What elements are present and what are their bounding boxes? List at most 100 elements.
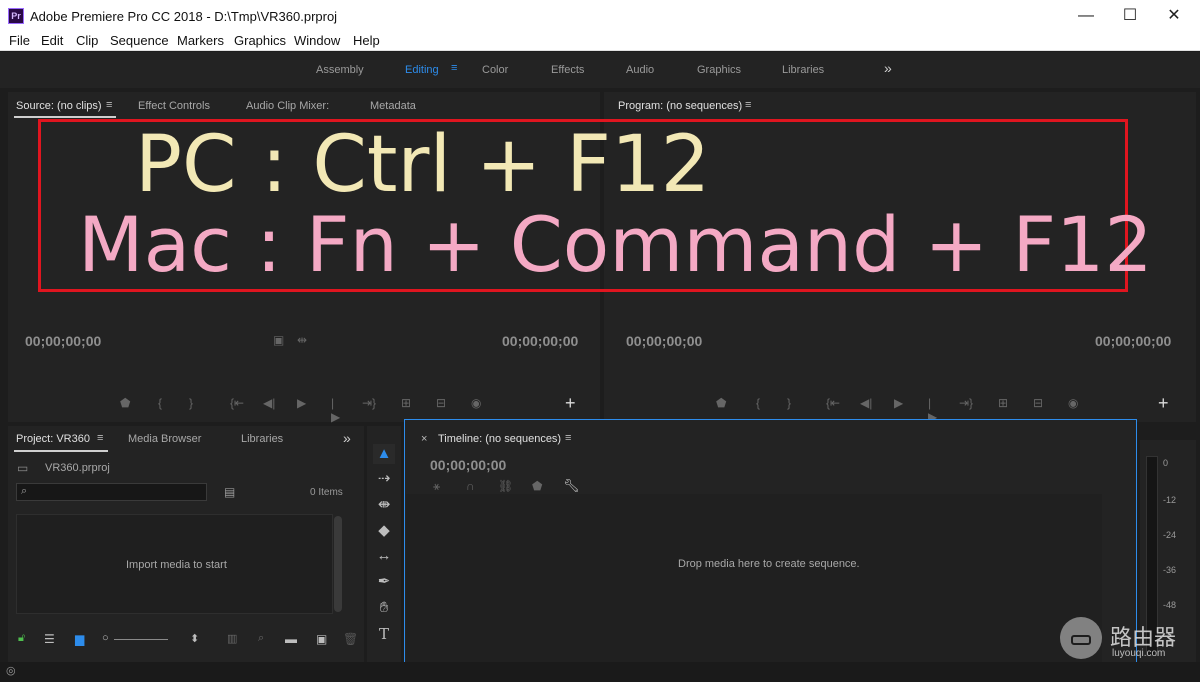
- step-forward-icon[interactable]: |▶: [331, 396, 340, 424]
- project-scrollbar[interactable]: [334, 516, 342, 612]
- linked-selection-icon[interactable]: ⛓︎: [498, 479, 513, 493]
- menu-file[interactable]: File: [9, 33, 30, 48]
- lock-icon[interactable]: 🔓︎: [18, 632, 25, 645]
- workspace-libraries[interactable]: Libraries: [782, 64, 824, 76]
- source-panel-menu-icon[interactable]: ≡: [106, 99, 112, 111]
- extract-icon[interactable]: ⊟: [1033, 396, 1043, 410]
- export-frame-icon[interactable]: ◉: [1068, 396, 1078, 410]
- import-media-hint: Import media to start: [126, 559, 227, 571]
- meter-label-24: -24: [1163, 530, 1177, 540]
- workspace-overflow-icon[interactable]: »: [884, 60, 892, 76]
- source-drag-video-icon[interactable]: ⇹: [297, 333, 307, 347]
- icon-view-icon[interactable]: ▆: [75, 632, 84, 646]
- workspace-graphics[interactable]: Graphics: [697, 64, 741, 76]
- menu-edit[interactable]: Edit: [41, 33, 63, 48]
- source-timecode-current[interactable]: 00;00;00;00: [25, 333, 101, 349]
- menu-clip[interactable]: Clip: [76, 33, 98, 48]
- close-button[interactable]: ✕: [1152, 0, 1196, 32]
- workspace-assembly[interactable]: Assembly: [316, 64, 364, 76]
- mark-out-icon[interactable]: }: [787, 396, 791, 410]
- go-to-out-icon[interactable]: ⇥}: [362, 396, 376, 410]
- list-view-icon[interactable]: ☰: [44, 632, 55, 646]
- nest-icon[interactable]: ⚹: [433, 479, 440, 494]
- pen-tool-icon[interactable]: ✒: [373, 572, 395, 592]
- source-add-button[interactable]: +: [565, 393, 576, 414]
- add-marker-icon[interactable]: ⬟: [120, 396, 130, 410]
- track-select-tool-icon[interactable]: ⇢: [373, 469, 395, 489]
- insert-icon[interactable]: ⊞: [401, 396, 411, 410]
- timeline-drop-area[interactable]: Drop media here to create sequence.: [406, 494, 1102, 669]
- razor-tool-icon[interactable]: ◆: [373, 521, 395, 541]
- mark-in-icon[interactable]: {: [756, 396, 760, 410]
- go-to-out-icon[interactable]: ⇥}: [959, 396, 973, 410]
- workspace-editing[interactable]: Editing: [405, 64, 439, 76]
- workspace-menu-icon[interactable]: ≡: [451, 62, 457, 74]
- drop-media-hint: Drop media here to create sequence.: [678, 558, 860, 570]
- active-tab-underline: [14, 116, 116, 118]
- menu-markers[interactable]: Markers: [177, 33, 224, 48]
- step-back-icon[interactable]: ◀|: [263, 396, 275, 410]
- tab-project[interactable]: Project: VR360: [16, 433, 90, 445]
- add-marker-icon[interactable]: ⬟: [532, 479, 542, 493]
- step-back-icon[interactable]: ◀|: [860, 396, 872, 410]
- program-timecode-current[interactable]: 00;00;00;00: [626, 333, 702, 349]
- menu-sequence[interactable]: Sequence: [110, 33, 169, 48]
- mark-out-icon[interactable]: }: [189, 396, 193, 410]
- tab-timeline[interactable]: Timeline: (no sequences): [438, 433, 561, 445]
- ripple-edit-tool-icon[interactable]: ⇼: [373, 495, 395, 515]
- selection-tool-icon[interactable]: ▲: [373, 444, 395, 464]
- go-to-in-icon[interactable]: {⇤: [826, 396, 840, 410]
- program-add-button[interactable]: +: [1158, 393, 1169, 414]
- tab-metadata[interactable]: Metadata: [370, 100, 416, 112]
- menu-help[interactable]: Help: [353, 33, 380, 48]
- zoom-slider-handle[interactable]: ○: [102, 632, 109, 644]
- project-search-input[interactable]: ⌕: [16, 483, 207, 501]
- maximize-button[interactable]: ☐: [1108, 0, 1152, 32]
- mark-in-icon[interactable]: {: [158, 396, 162, 410]
- tab-audio-clip-mixer[interactable]: Audio Clip Mixer:: [246, 100, 329, 112]
- sort-icon[interactable]: ⬍: [190, 632, 199, 645]
- timeline-timecode[interactable]: 00;00;00;00: [430, 457, 506, 473]
- lift-icon[interactable]: ⊞: [998, 396, 1008, 410]
- workspace-effects[interactable]: Effects: [551, 64, 584, 76]
- tab-libraries[interactable]: Libraries: [241, 433, 283, 445]
- timeline-panel-menu-icon[interactable]: ≡: [565, 432, 571, 444]
- project-overflow-icon[interactable]: »: [343, 430, 351, 446]
- play-icon[interactable]: ▶: [297, 396, 306, 410]
- timeline-close-icon[interactable]: ×: [421, 433, 427, 445]
- type-tool-icon[interactable]: T: [373, 624, 395, 644]
- program-timecode-duration: 00;00;00;00: [1095, 333, 1172, 349]
- menu-window[interactable]: Window: [294, 33, 340, 48]
- new-item-icon[interactable]: ▣: [316, 632, 327, 646]
- project-media-area[interactable]: Import media to start: [16, 514, 333, 614]
- source-timecode-duration: 00;00;00;00: [502, 333, 579, 349]
- watermark-url: luyouqi.com: [1112, 648, 1166, 659]
- project-panel-menu-icon[interactable]: ≡: [97, 432, 103, 444]
- zoom-slider[interactable]: [114, 639, 168, 640]
- tab-source[interactable]: Source: (no clips): [16, 100, 102, 112]
- new-search-bin-icon[interactable]: ▤: [224, 485, 235, 499]
- export-frame-icon[interactable]: ◉: [471, 396, 481, 410]
- hand-tool-icon[interactable]: ✋︎: [373, 598, 395, 618]
- program-panel-menu-icon[interactable]: ≡: [745, 99, 751, 111]
- wrench-icon[interactable]: 🔧︎: [563, 478, 580, 494]
- tab-media-browser[interactable]: Media Browser: [128, 433, 201, 445]
- new-bin-icon[interactable]: ▬: [285, 632, 297, 646]
- play-icon[interactable]: ▶: [894, 396, 903, 410]
- workspace-color[interactable]: Color: [482, 64, 508, 76]
- slip-tool-icon[interactable]: ↔: [373, 546, 395, 566]
- automate-sequence-icon[interactable]: ▥: [227, 632, 237, 645]
- go-to-in-icon[interactable]: {⇤: [230, 396, 244, 410]
- trash-icon[interactable]: 🗑︎: [343, 632, 358, 646]
- add-marker-icon[interactable]: ⬟: [716, 396, 726, 410]
- snap-icon[interactable]: ∩: [466, 479, 475, 493]
- minimize-button[interactable]: —: [1064, 0, 1108, 32]
- tab-effect-controls[interactable]: Effect Controls: [138, 100, 210, 112]
- menu-graphics[interactable]: Graphics: [234, 33, 286, 48]
- tab-program[interactable]: Program: (no sequences): [618, 100, 742, 112]
- source-settings-icon[interactable]: ▣: [273, 333, 284, 347]
- pc-shortcut-text: PC : Ctrl + F12: [135, 120, 711, 210]
- overwrite-icon[interactable]: ⊟: [436, 396, 446, 410]
- workspace-audio[interactable]: Audio: [626, 64, 654, 76]
- find-icon[interactable]: ⌕: [258, 632, 264, 645]
